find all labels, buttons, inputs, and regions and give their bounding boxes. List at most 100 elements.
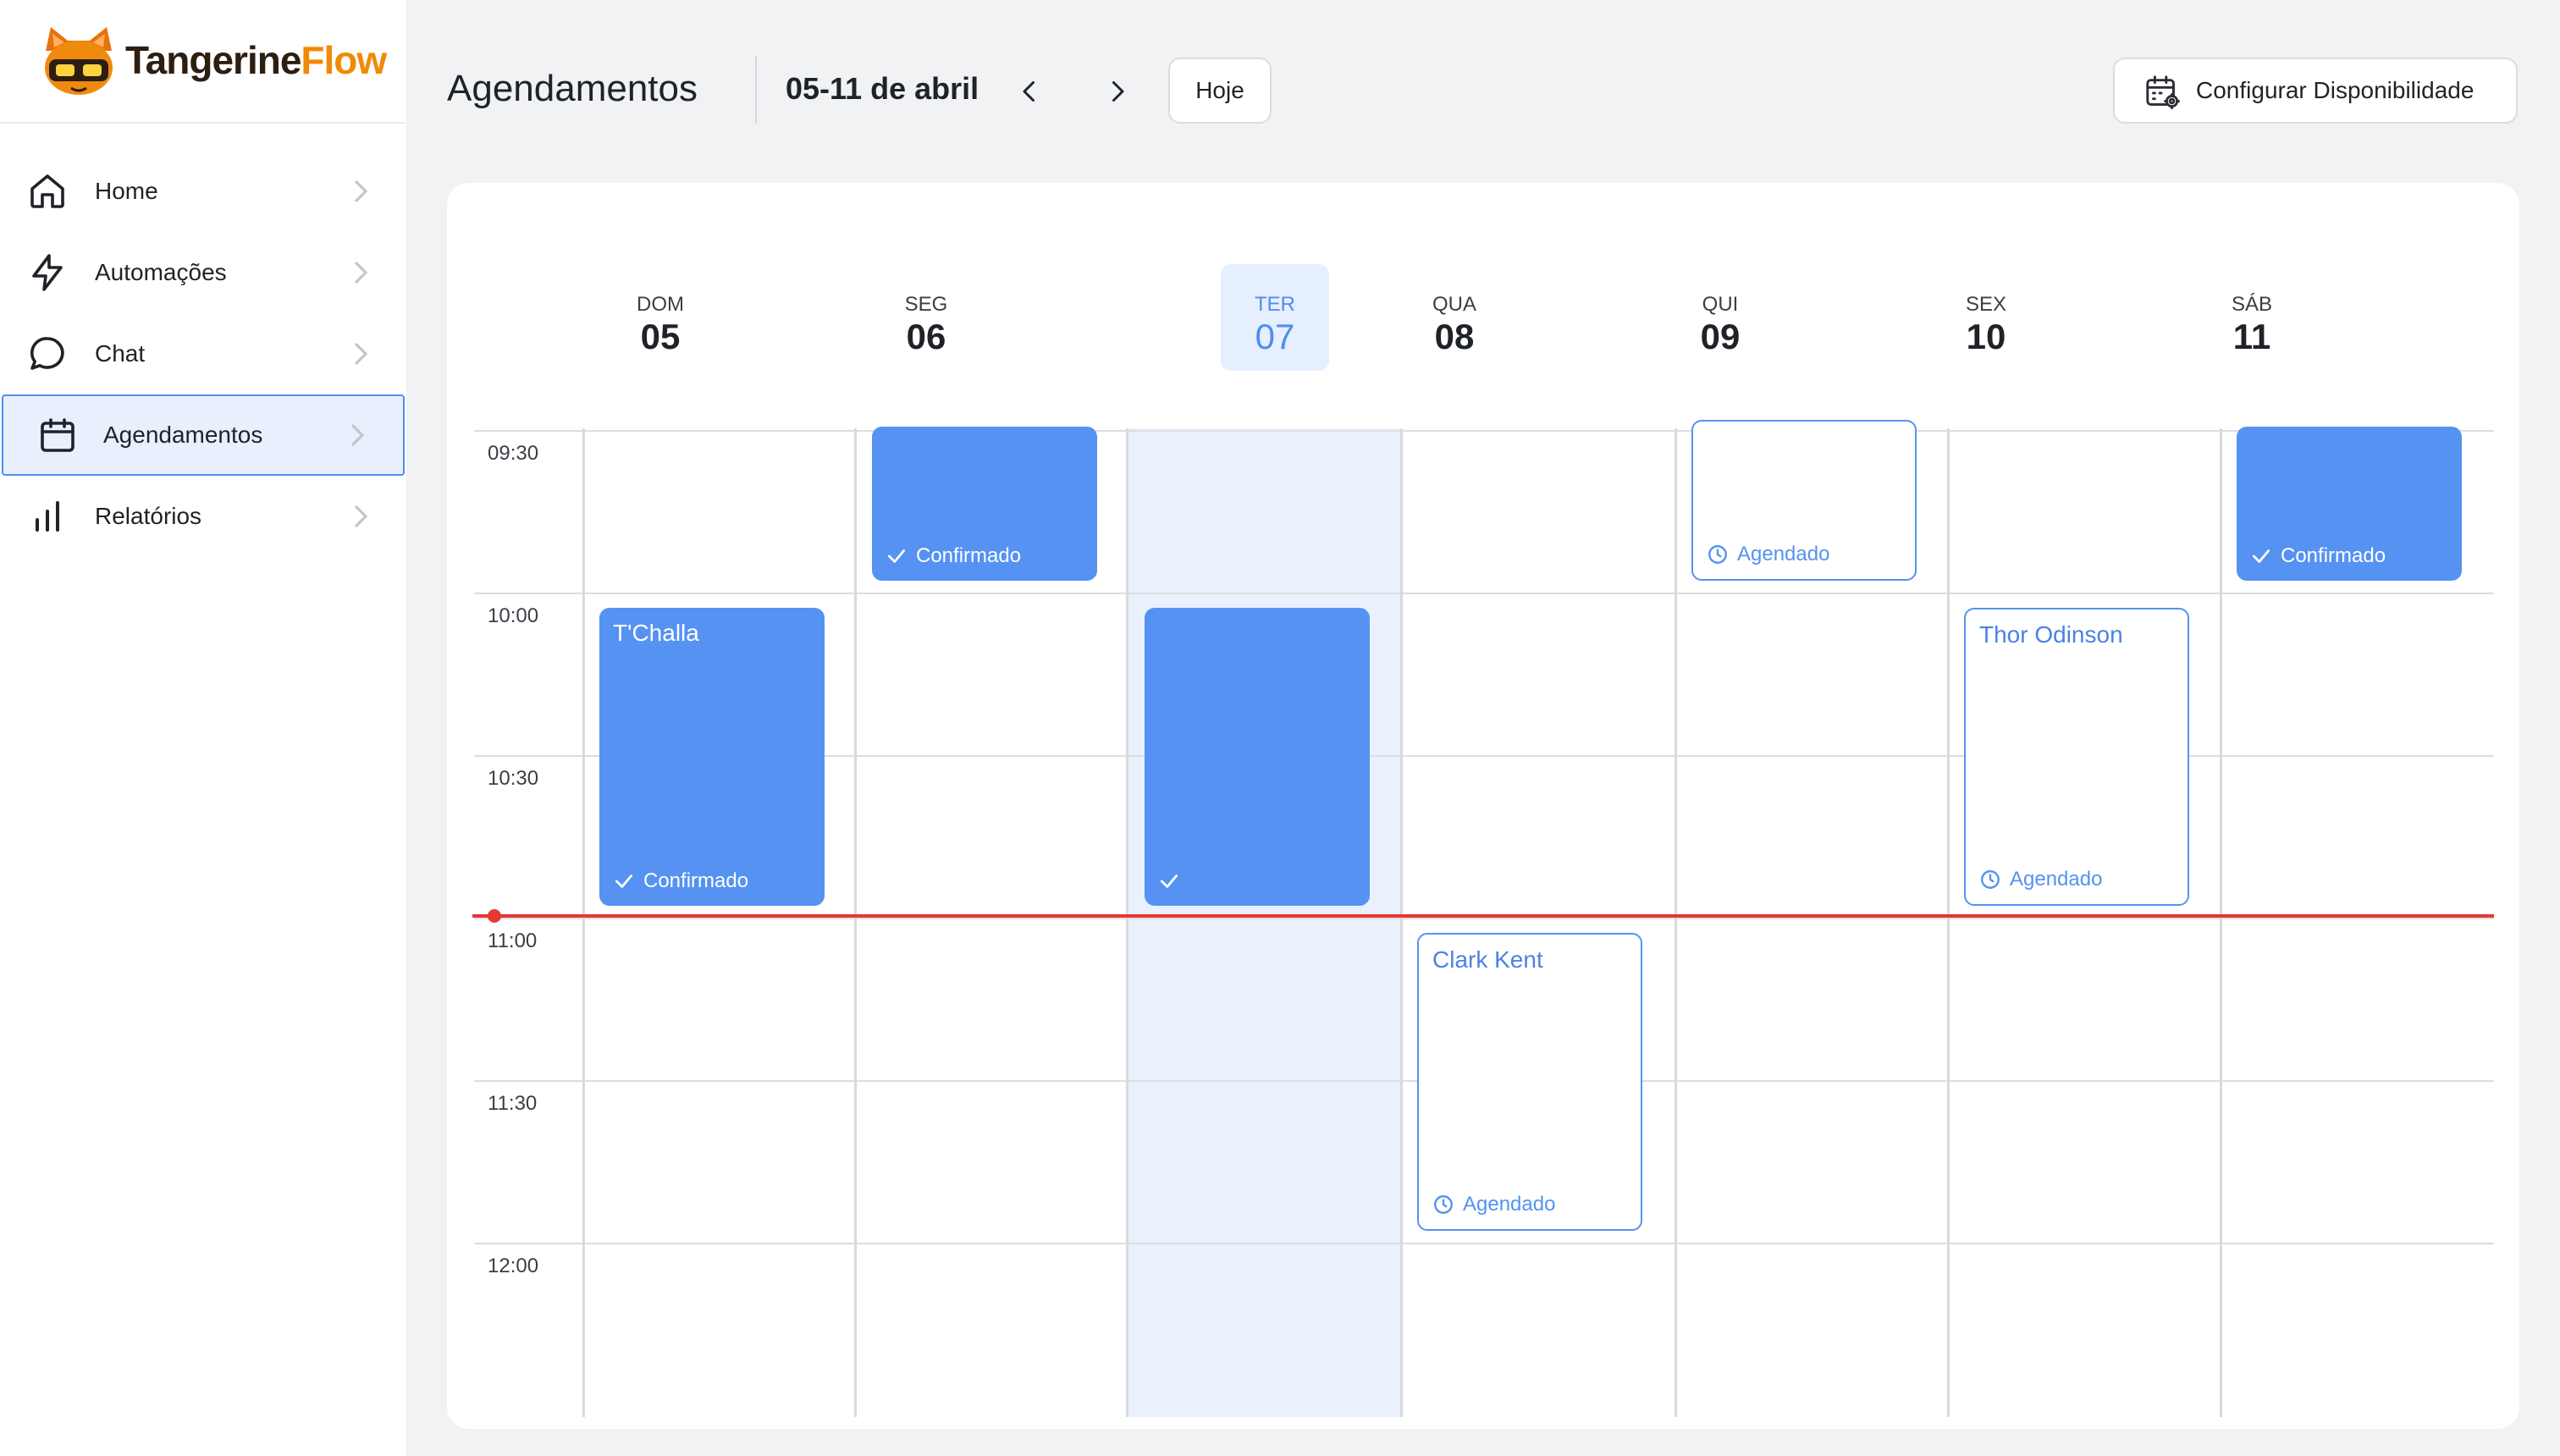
sidebar-item-label: Relatórios [95,503,202,529]
grid-line [1947,428,1950,1417]
check-icon [2252,549,2270,563]
day-header-seg[interactable]: SEG 06 [872,264,980,371]
home-icon [30,174,64,208]
today-button[interactable]: Hoje [1168,58,1272,124]
day-header-sex[interactable]: SEX 10 [1932,264,2040,371]
appointment-status-label: Agendado [1463,1193,1556,1216]
appointment-card[interactable] [1145,608,1370,906]
calendar-settings-icon [2146,75,2181,110]
time-label: 10:30 [488,767,539,790]
appointment-card[interactable]: Confirmado [2237,427,2462,581]
current-time-line [472,914,2494,918]
brand-name-part2: Flow [301,38,387,82]
day-header-dom[interactable]: DOM 05 [606,264,714,371]
day-name: DOM [637,293,684,316]
chevron-right-icon [354,179,368,203]
time-label: 11:00 [488,929,538,952]
clock-icon [1981,870,2000,889]
appointment-card[interactable]: Confirmado [872,427,1097,581]
previous-week-button[interactable] [1014,76,1045,107]
logo[interactable]: TangerineFlow [0,0,406,124]
lightning-icon [32,254,63,291]
grid-line [474,1243,2494,1244]
chevron-right-icon [354,261,368,284]
sidebar-item-automacoes[interactable]: Automações [0,232,406,313]
check-icon [887,549,906,563]
next-week-button[interactable] [1102,76,1133,107]
sidebar-item-label: Agendamentos [103,422,263,448]
appointment-status-label: Confirmado [916,544,1022,567]
sidebar-nav: Home Automações Chat Agendamentos Relató… [0,151,406,557]
time-label: 12:00 [488,1255,539,1277]
clock-icon [1434,1195,1453,1214]
time-label: 11:30 [488,1092,538,1115]
calendar-card: DOM 05 SEG 06 TER 07 QUA 08 QUI 09 SEX 1… [447,183,2519,1429]
appointment-status-label: Confirmado [2281,544,2386,567]
appointment-status: Confirmado [886,543,1021,569]
appointment-client-name: Clark Kent [1432,946,1543,973]
grid-line [474,430,2494,432]
today-column-highlight [1128,428,1400,1417]
clock-icon [1708,545,1727,564]
appointment-client-name: Thor Odinson [1979,621,2123,648]
time-label: 10:00 [488,604,539,627]
appointment-status: Agendado [1707,542,1829,567]
day-number: 09 [1700,317,1741,356]
day-header-qui[interactable]: QUI 09 [1666,264,1774,371]
appointment-status: Confirmado [613,869,748,894]
brand-name: TangerineFlow [125,37,387,83]
chevron-right-icon [350,423,365,447]
appointment-status: Agendado [1979,867,2102,892]
sidebar-item-relatorios[interactable]: Relatórios [0,476,406,557]
date-range-label: 05-11 de abril [786,71,979,106]
current-time-dot [488,909,501,923]
grid-line [854,428,857,1417]
appointment-status: Confirmado [2250,543,2386,569]
day-name: SEX [1965,293,2007,316]
day-number: 05 [640,317,681,356]
appointment-status-label: Confirmado [643,869,749,892]
sidebar: TangerineFlow Home Automações Chat Agend… [0,0,406,1456]
time-label: 09:30 [488,442,539,465]
day-number: 11 [2232,317,2271,356]
appointment-status: Agendado [1432,1192,1555,1217]
grid-line [1126,428,1128,1417]
chat-bubble-icon [30,337,64,370]
appointment-client-name: T'Challa [613,620,699,646]
sidebar-item-home[interactable]: Home [0,151,406,232]
grid-line [1400,428,1403,1417]
grid-line [1674,428,1677,1417]
sidebar-item-agendamentos[interactable]: Agendamentos [2,394,405,476]
sidebar-item-chat[interactable]: Chat [0,313,406,394]
chevron-right-icon [1112,81,1124,102]
check-icon [1160,874,1178,888]
day-header-sab[interactable]: SÁB 11 [2198,264,2306,371]
grid-line [2220,428,2222,1417]
appointment-card[interactable]: Thor Odinson Agendado [1964,608,2189,906]
configure-availability-button[interactable]: Configurar Disponibilidade [2113,58,2518,124]
appointment-card[interactable]: T'Challa Confirmado [599,608,825,906]
sidebar-item-label: Chat [95,340,146,367]
appointment-status [1158,869,1189,894]
configure-availability-label: Configurar Disponibilidade [2196,77,2474,103]
cat-mascot-icon [45,27,113,95]
grid-line [474,593,2494,594]
day-number: 10 [1966,317,2006,356]
sidebar-item-label: Automações [95,259,227,285]
chevron-right-icon [354,505,368,528]
sidebar-item-label: Home [95,178,158,204]
day-name: TER [1255,293,1295,316]
day-header-qua[interactable]: QUA 08 [1400,264,1509,371]
day-name: SÁB [2231,293,2273,316]
appointment-card[interactable]: Agendado [1691,420,1917,581]
calendar-icon [41,418,74,452]
day-name: QUA [1432,293,1476,316]
day-name: SEG [904,293,948,316]
header-divider [755,56,757,124]
brand-name-part1: Tangerine [125,38,301,82]
appointment-card[interactable]: Clark Kent Agendado [1417,933,1642,1231]
day-header-ter[interactable]: TER 07 [1221,264,1329,371]
appointment-status-label: Agendado [2010,868,2103,891]
day-number: 06 [906,317,946,356]
day-number: 07 [1255,317,1295,356]
